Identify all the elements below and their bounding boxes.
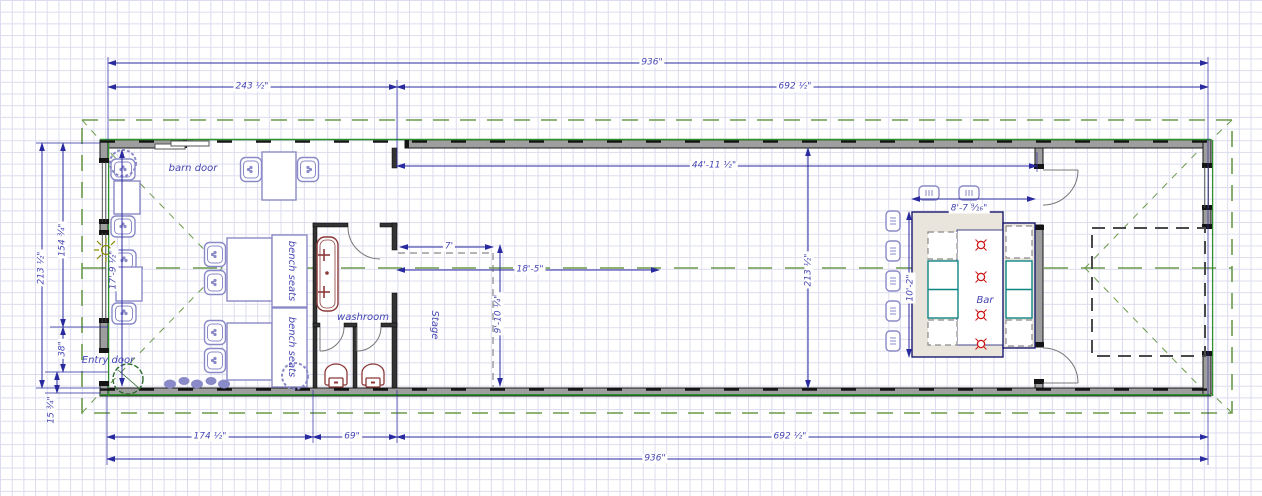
stage-outline [398,253,493,388]
dim-bar-width: 8'-7 ⁹⁄₁₆" [949,205,990,214]
bar-counters [912,212,1035,357]
dim-stage-width: 7' [443,243,455,252]
dim-bottom-washroom: 69" [342,433,362,442]
dim-top-right: 692 ½" [777,83,814,92]
label-bench-seats-2: bench seats [286,315,296,379]
dim-top-left: 243 ½" [234,83,271,92]
dim-left-interior: 17'-9 ½" [110,249,119,292]
dim-top-overall: 936" [639,59,664,68]
dim-left-lower: 38" [59,339,68,359]
dim-left-offset: 15 ¾" [48,394,57,425]
label-entry-door: Entry door [80,356,136,366]
dim-bottom-overall: 936" [642,455,667,464]
east-room-dashed-outline [1092,228,1205,356]
dim-bottom-right: 692 ½" [772,433,809,442]
dim-bottom-left: 174 ½" [192,433,229,442]
dim-left-overall: 213 ½" [38,250,47,287]
label-bench-seats-1: bench seats [286,239,296,303]
label-washroom: washroom [335,313,391,323]
label-stage: Stage [429,309,439,342]
dim-stage-span: 18'-5" [514,266,545,275]
floorplan-canvas[interactable]: 936" 243 ½" 692 ½" 44'-11 ½" 213 ½" 154 … [0,0,1262,496]
dim-left-upper: 154 ¾" [59,222,68,259]
label-bar: Bar [974,296,995,306]
stepping-stones [164,377,230,389]
label-barn-door: barn door [167,164,220,174]
dim-stage-depth: 9'-10 ¼" [495,293,504,336]
dim-interior-width: 44'-11 ½" [690,162,738,171]
drawing-layer [0,0,1262,496]
dim-bar-length: 10'-2" [907,272,916,303]
dim-mid-height: 213 ½" [805,252,814,289]
